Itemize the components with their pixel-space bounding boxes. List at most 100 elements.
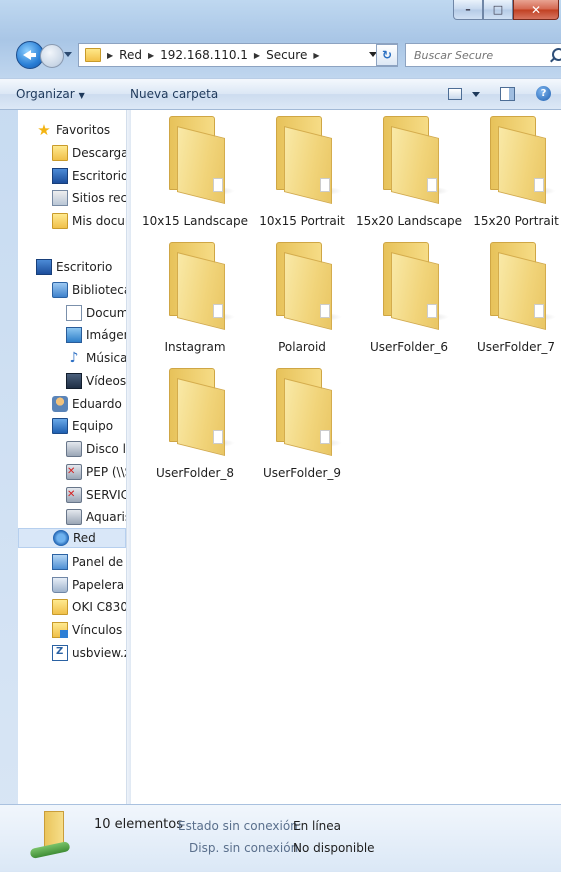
recycle-bin-icon [52,577,68,593]
libraries-icon [52,282,68,298]
folder-name: 10x15 Portrait [259,214,345,228]
sidebar-item-desktop-root[interactable]: Escritorio [36,257,112,277]
close-button[interactable]: ✕ [513,0,559,20]
minimize-icon: – [465,3,471,16]
zip-file-icon [52,645,68,661]
sidebar-item-documents[interactable]: Documer [66,303,126,323]
preview-pane-icon[interactable] [500,87,515,101]
sidebar-item-videos[interactable]: Vídeos [66,371,126,391]
downloads-folder-icon [52,145,68,161]
maximize-button[interactable]: □ [483,0,513,20]
folder-item[interactable]: 15x20 Portrait [462,110,561,232]
folder-item[interactable]: UserFolder_8 [141,362,249,484]
command-bar: Organizar ▼ Nueva carpeta ? [0,78,561,110]
chevron-right-icon[interactable]: ▶ [148,51,154,60]
search-input[interactable] [412,47,536,63]
sidebar-item-label: Disco loc [86,442,126,456]
organize-button[interactable]: Organizar ▼ [16,87,85,101]
disconnected-drive-icon [66,464,82,480]
network-folder-icon [29,811,71,863]
desktop-icon [52,168,68,184]
sidebar-item-label: Favoritos [56,123,111,137]
search-icon[interactable] [552,48,561,61]
address-row: ▶ Red ▶ 192.168.110.1 ▶ Secure ▶ ↻ [0,38,561,74]
folder-icon [270,368,342,456]
folder-item[interactable]: UserFolder_6 [355,236,463,358]
folder-icon [163,116,235,204]
chevron-right-icon[interactable]: ▶ [107,51,113,60]
chevron-right-icon[interactable]: ▶ [313,51,319,60]
sidebar-item-user[interactable]: Eduardo Ga [52,394,126,414]
folder-item[interactable]: UserFolder_9 [248,362,356,484]
sidebar-item-label: Documer [86,306,126,320]
sidebar-item-aquaris[interactable]: Aquaris N [66,507,126,527]
folder-item[interactable]: 10x15 Landscape [141,110,249,232]
sidebar-item-label: Escritorio [56,260,113,274]
explorer-window: – □ ✕ ▶ Red ▶ 192.168.110.1 ▶ Secure ▶ ↻… [0,0,561,872]
offline-availability-value: No disponible [293,841,375,855]
folder-name: UserFolder_9 [262,466,342,480]
network-folder-icon [85,48,101,62]
sidebar-item-desktop[interactable]: Escritorio [52,166,126,186]
sidebar-item-recent-places[interactable]: Sitios recier [52,188,126,208]
sidebar-item-services-drive[interactable]: SERVICES [66,485,126,505]
help-icon[interactable]: ? [536,86,551,101]
address-bar[interactable]: ▶ Red ▶ 192.168.110.1 ▶ Secure ▶ [78,43,398,67]
sidebar-item-favorites[interactable]: ★ Favoritos [36,120,110,140]
view-options-dropdown[interactable] [472,92,480,97]
sidebar-item-label: OKI C830 [72,600,126,614]
offline-status-value: En línea [293,819,342,833]
sidebar-item-music[interactable]: ♪ Música [66,348,126,368]
details-pane: 10 elementos Estado sin conexión: En lín… [0,804,561,871]
sidebar-item-links[interactable]: Vínculos [52,620,122,640]
new-folder-button[interactable]: Nueva carpeta [130,87,218,101]
recent-places-icon [52,190,68,206]
sidebar-item-recycle-bin[interactable]: Papelera de [52,575,126,595]
control-panel-icon [52,554,68,570]
sidebar-item-libraries[interactable]: Bibliotecas [52,280,126,300]
sidebar-item-label: Eduardo Ga [72,397,126,411]
device-icon [66,509,82,525]
sidebar-item-pictures[interactable]: Imágene [66,325,126,345]
sidebar-item-network[interactable]: Red [18,528,126,548]
minimize-button[interactable]: – [453,0,483,20]
folder-item[interactable]: 15x20 Landscape [355,110,463,232]
chevron-down-icon: ▼ [78,91,85,100]
sidebar-item-label: Bibliotecas [72,283,126,297]
folder-icon [377,116,449,204]
folder-item[interactable]: UserFolder_7 [462,236,561,358]
sidebar-item-usbview-zip[interactable]: usbview.zip [52,643,126,663]
folder-icon [484,116,556,204]
folder-icon [377,242,449,330]
offline-availability-label: Disp. sin conexión: [189,841,303,855]
folder-icon [484,242,556,330]
breadcrumb-red[interactable]: Red [119,48,142,62]
forward-button[interactable] [40,44,64,68]
folder-name: UserFolder_7 [476,340,556,354]
sidebar-item-label: Red [73,531,96,545]
folder-name: UserFolder_6 [369,340,449,354]
sidebar-item-my-documents[interactable]: Mis docum [52,211,126,231]
folder-item[interactable]: 10x15 Portrait [248,110,356,232]
sidebar-item-label: Mis docum [72,214,126,228]
recent-pages-dropdown[interactable] [64,52,72,57]
sidebar-item-oki-c830[interactable]: OKI C830 [52,597,126,617]
breadcrumb-host[interactable]: 192.168.110.1 [160,48,248,62]
sidebar-item-control-panel[interactable]: Panel de cc [52,552,126,572]
folder-item[interactable]: Polaroid [248,236,356,358]
search-box[interactable] [405,43,561,67]
breadcrumb-secure[interactable]: Secure [266,48,307,62]
sidebar-item-local-disk[interactable]: Disco loc [66,439,126,459]
sidebar-item-pep-drive[interactable]: PEP (\\SF [66,462,126,482]
folder-name: UserFolder_8 [155,466,235,480]
refresh-button[interactable]: ↻ [376,44,398,66]
chevron-right-icon[interactable]: ▶ [254,51,260,60]
folder-item[interactable]: Instagram [141,236,249,358]
sidebar-item-label: Descargas [72,146,126,160]
sidebar-item-downloads[interactable]: Descargas [52,143,126,163]
change-view-icon[interactable] [448,88,462,100]
maximize-icon: □ [492,3,504,16]
folder-name: 15x20 Landscape [356,214,462,228]
sidebar-item-computer[interactable]: Equipo [52,416,113,436]
sidebar-item-label: Aquaris N [86,510,126,524]
